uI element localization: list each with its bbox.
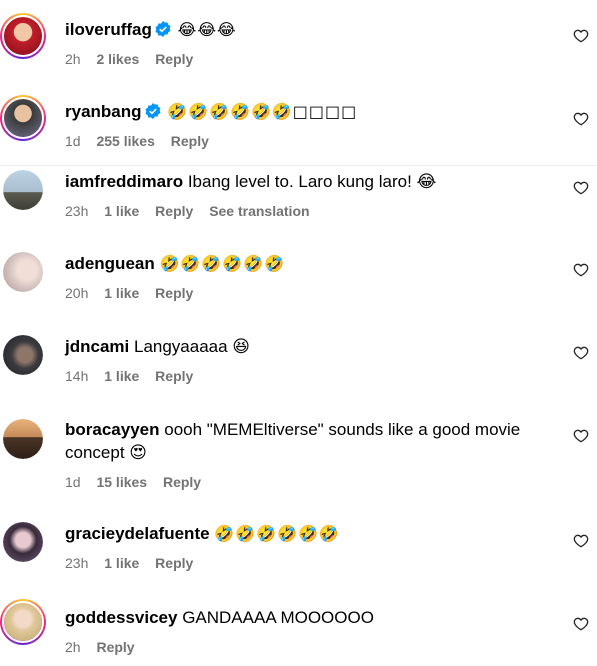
verified-badge-icon — [145, 103, 161, 119]
comment-username[interactable]: iloveruffag — [65, 20, 152, 39]
comment-likes[interactable]: 255 likes — [96, 133, 154, 149]
comment-item: adenguean 🤣🤣🤣🤣🤣🤣 20h 1 like Reply — [0, 250, 597, 320]
comment-item: iloveruffag 😂😂😂 2h 2 likes Reply — [0, 12, 597, 82]
avatar[interactable] — [3, 419, 43, 459]
reply-button[interactable]: Reply — [155, 285, 193, 301]
like-heart-icon[interactable] — [573, 28, 589, 44]
avatar[interactable] — [3, 170, 43, 210]
avatar[interactable] — [3, 252, 43, 292]
comment-time: 1d — [65, 474, 81, 490]
comment-text: 🤣🤣🤣🤣🤣🤣□□□□ — [167, 102, 358, 121]
comment-username[interactable]: ryanbang — [65, 102, 142, 121]
comment-likes[interactable]: 2 likes — [96, 51, 139, 67]
comment-text: GANDAAAA MOOOOOO — [182, 608, 374, 627]
comment-username[interactable]: gracieydelafuente — [65, 524, 210, 543]
avatar[interactable] — [3, 335, 43, 375]
comment-likes[interactable]: 1 like — [104, 285, 139, 301]
comment-item: boracayyen oooh "MEMEltiverse" sounds li… — [0, 416, 597, 506]
reply-button[interactable]: Reply — [155, 203, 193, 219]
comment-likes[interactable]: 15 likes — [96, 474, 147, 490]
reply-button[interactable]: Reply — [155, 368, 193, 384]
comment-text: 🤣🤣🤣🤣🤣🤣 — [159, 254, 286, 273]
reply-button[interactable]: Reply — [163, 474, 201, 490]
reply-button[interactable]: Reply — [155, 51, 193, 67]
comment-time: 23h — [65, 203, 89, 219]
comment-time: 1d — [65, 133, 81, 149]
comment-time: 14h — [65, 368, 89, 384]
comment-likes[interactable]: 1 like — [104, 555, 139, 571]
like-heart-icon[interactable] — [573, 345, 589, 361]
reply-button[interactable]: Reply — [171, 133, 209, 149]
comments-list: iloveruffag 😂😂😂 2h 2 likes Reply ryanban… — [0, 0, 597, 666]
comment-time: 23h — [65, 555, 89, 571]
reply-button[interactable]: Reply — [155, 555, 193, 571]
comment-username[interactable]: jdncami — [65, 337, 129, 356]
comment-username[interactable]: boracayyen — [65, 420, 160, 439]
comment-text: Ibang level to. Laro kung laro! 😂 — [187, 172, 437, 191]
comment-username[interactable]: iamfreddimaro — [65, 172, 183, 191]
divider — [0, 165, 597, 166]
like-heart-icon[interactable] — [573, 111, 589, 127]
reply-button[interactable]: Reply — [96, 639, 134, 655]
comment-text: Langyaaaaa 😆 — [133, 337, 251, 356]
comment-likes[interactable]: 1 like — [104, 368, 139, 384]
like-heart-icon[interactable] — [573, 533, 589, 549]
like-heart-icon[interactable] — [573, 428, 589, 444]
avatar[interactable] — [0, 95, 46, 141]
comment-time: 2h — [65, 51, 81, 67]
comment-username[interactable]: goddessvicey — [65, 608, 177, 627]
comment-item: goddessvicey GANDAAAA MOOOOOO 2h Reply — [0, 599, 597, 666]
comment-item: jdncami Langyaaaaa 😆 14h 1 like Reply — [0, 333, 597, 403]
like-heart-icon[interactable] — [573, 262, 589, 278]
comment-item: gracieydelafuente 🤣🤣🤣🤣🤣🤣 23h 1 like Repl… — [0, 520, 597, 590]
avatar[interactable] — [0, 599, 46, 645]
comment-likes[interactable]: 1 like — [104, 203, 139, 219]
see-translation-button[interactable]: See translation — [209, 203, 309, 219]
comment-text: 😂😂😂 — [177, 20, 237, 39]
comment-item: iamfreddimaro Ibang level to. Laro kung … — [0, 168, 597, 238]
comment-username[interactable]: adenguean — [65, 254, 155, 273]
like-heart-icon[interactable] — [573, 616, 589, 632]
avatar[interactable] — [3, 522, 43, 562]
like-heart-icon[interactable] — [573, 180, 589, 196]
comment-time: 2h — [65, 639, 81, 655]
comment-time: 20h — [65, 285, 89, 301]
avatar[interactable] — [0, 13, 46, 59]
comment-item: ryanbang 🤣🤣🤣🤣🤣🤣□□□□ 1d 255 likes Reply — [0, 95, 597, 165]
comment-text: 🤣🤣🤣🤣🤣🤣 — [214, 524, 340, 543]
verified-badge-icon — [155, 21, 171, 37]
